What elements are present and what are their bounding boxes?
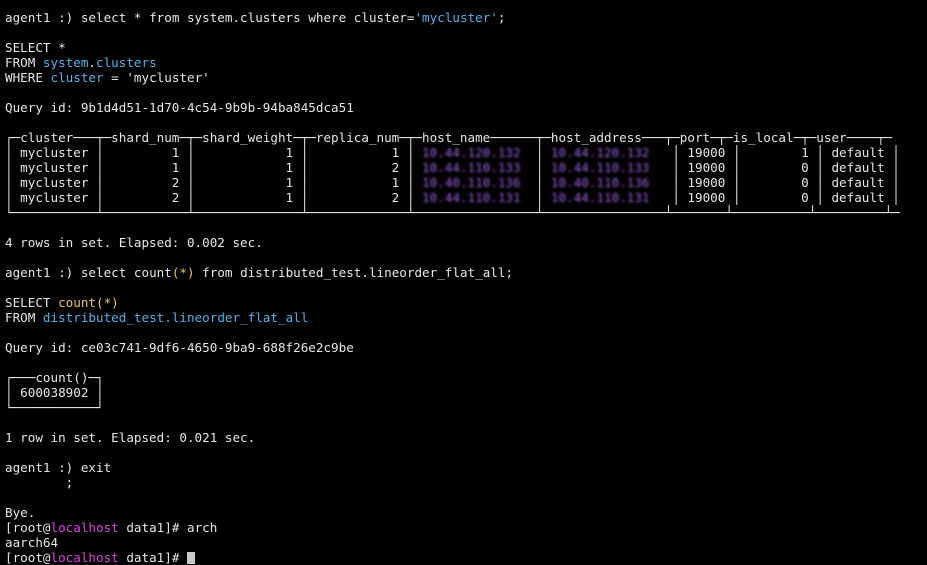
function-args: (*): [171, 265, 195, 280]
shell-prompt-host: localhost: [50, 520, 119, 535]
sql-select: SELECT: [5, 295, 59, 310]
shell-prompt-dir: data1]#: [118, 550, 187, 565]
sql-where-keyword: WHERE: [5, 70, 51, 85]
string-literal: 'mycluster': [414, 10, 498, 25]
sql-database: distributed_test: [42, 310, 165, 325]
exit-message: Bye.: [5, 505, 36, 520]
redacted-host-address: 10.44.110.133: [550, 160, 665, 175]
shell-prompt-dir: data1]#: [118, 520, 187, 535]
table-top-border: ┌─cluster───┬─shard_num─┬─shard_weight─┬…: [5, 130, 893, 145]
row-cells: │ mycluster │ 2 │ 1 │ 1 │: [5, 175, 423, 190]
table-row: │ mycluster │ 1 │ 1 │ 2 │ 10.44.110.133 …: [5, 160, 927, 175]
sql-function: count(*): [58, 295, 119, 310]
redacted-host-name: 10.44.120.132: [422, 145, 529, 160]
prompt: agent1 :): [5, 265, 81, 280]
command-text: select * from system.clusters where clus…: [80, 10, 415, 25]
query-id: Query id: 9b1d4d51-1d70-4c54-9b9b-94ba84…: [5, 100, 354, 115]
redacted-host-name: 10.44.110.133: [422, 160, 529, 175]
text-cursor[interactable]: [187, 552, 195, 564]
command-text: exit: [80, 460, 112, 475]
sql-dot: .: [164, 310, 172, 325]
prompt: agent1 :): [5, 460, 81, 475]
redacted-host-name: 10.40.110.136: [422, 175, 529, 190]
formatted-query-line: SELECT count(*): [5, 295, 927, 310]
command-line: agent1 :) select * from system.clusters …: [5, 10, 927, 25]
redacted-host-name: 10.44.110.131: [422, 190, 529, 205]
row-cells: │ mycluster │ 1 │ 1 │ 1 │: [5, 145, 423, 160]
command-line: agent1 :) select count(*) from distribut…: [5, 265, 927, 280]
sql-column: cluster: [50, 70, 104, 85]
formatted-query-line: WHERE cluster = 'mycluster': [5, 70, 927, 85]
sql-table: lineorder_flat_all: [171, 310, 309, 325]
table-bottom-border: └───────────┴───────────┴──────────────┴…: [5, 205, 900, 220]
shell-command-line: [root@localhost data1]# arch: [5, 520, 927, 535]
terminal-output[interactable]: agent1 :) select * from system.clusters …: [5, 10, 927, 565]
sql-from-keyword: FROM: [5, 310, 43, 325]
shell-prompt-user: [root@: [5, 550, 51, 565]
shell-prompt-host: localhost: [50, 550, 119, 565]
sql-table: clusters: [96, 55, 157, 70]
redacted-host-address: 10.44.120.132: [550, 145, 665, 160]
shell-command: arch: [187, 520, 218, 535]
table-top-border: ┌───count()─┐: [5, 370, 104, 385]
shell-command-line[interactable]: [root@localhost data1]#: [5, 550, 927, 565]
table-row: │ mycluster │ 2 │ 1 │ 1 │ 10.40.110.136 …: [5, 175, 927, 190]
row-cells: │ 19000 │ 1 │ default │: [664, 145, 908, 160]
row-cells: │ 19000 │ 0 │ default │: [664, 190, 908, 205]
result-summary: 4 rows in set. Elapsed: 0.002 sec.: [5, 235, 263, 250]
cell-separator: │: [528, 160, 551, 175]
sql-dot: .: [88, 55, 97, 70]
command-text: from distributed_test.lineorder_flat_all…: [194, 265, 514, 280]
prompt: agent1 :): [5, 10, 81, 25]
cell-separator: │: [528, 190, 551, 205]
sql-condition: = 'mycluster': [103, 70, 210, 85]
cell-separator: │: [528, 145, 551, 160]
command-line: agent1 :) exit: [5, 460, 927, 475]
sql-database: system: [42, 55, 89, 70]
cell-separator: │: [528, 175, 551, 190]
shell-prompt-user: [root@: [5, 520, 51, 535]
redacted-host-address: 10.44.110.131: [550, 190, 665, 205]
formatted-query-line: FROM distributed_test.lineorder_flat_all: [5, 310, 927, 325]
sql-select: SELECT *: [5, 40, 66, 55]
row-cells: │ mycluster │ 2 │ 1 │ 2 │: [5, 190, 423, 205]
table-row: │ mycluster │ 2 │ 1 │ 2 │ 10.44.110.131 …: [5, 190, 927, 205]
row-cells: │ 19000 │ 0 │ default │: [664, 160, 908, 175]
command-text: select count: [80, 265, 172, 280]
redacted-host-address: 10.40.110.136: [550, 175, 665, 190]
table-bottom-border: └───────────┘: [5, 400, 104, 415]
result-summary: 1 row in set. Elapsed: 0.021 sec.: [5, 430, 256, 445]
row-cells: │ 19000 │ 0 │ default │: [664, 175, 908, 190]
row-cells: │ mycluster │ 1 │ 1 │ 2 │: [5, 160, 423, 175]
table-row: │ mycluster │ 1 │ 1 │ 1 │ 10.44.120.132 …: [5, 145, 927, 160]
table-row: │ 600038902 │: [5, 385, 104, 400]
terminator: ;: [497, 10, 506, 25]
query-id: Query id: ce03c741-9df6-4650-9ba9-688f26…: [5, 340, 354, 355]
continuation-line: ;: [5, 475, 74, 490]
formatted-query-line: FROM system.clusters: [5, 55, 927, 70]
formatted-query-line: SELECT *: [5, 40, 927, 55]
sql-from-keyword: FROM: [5, 55, 43, 70]
